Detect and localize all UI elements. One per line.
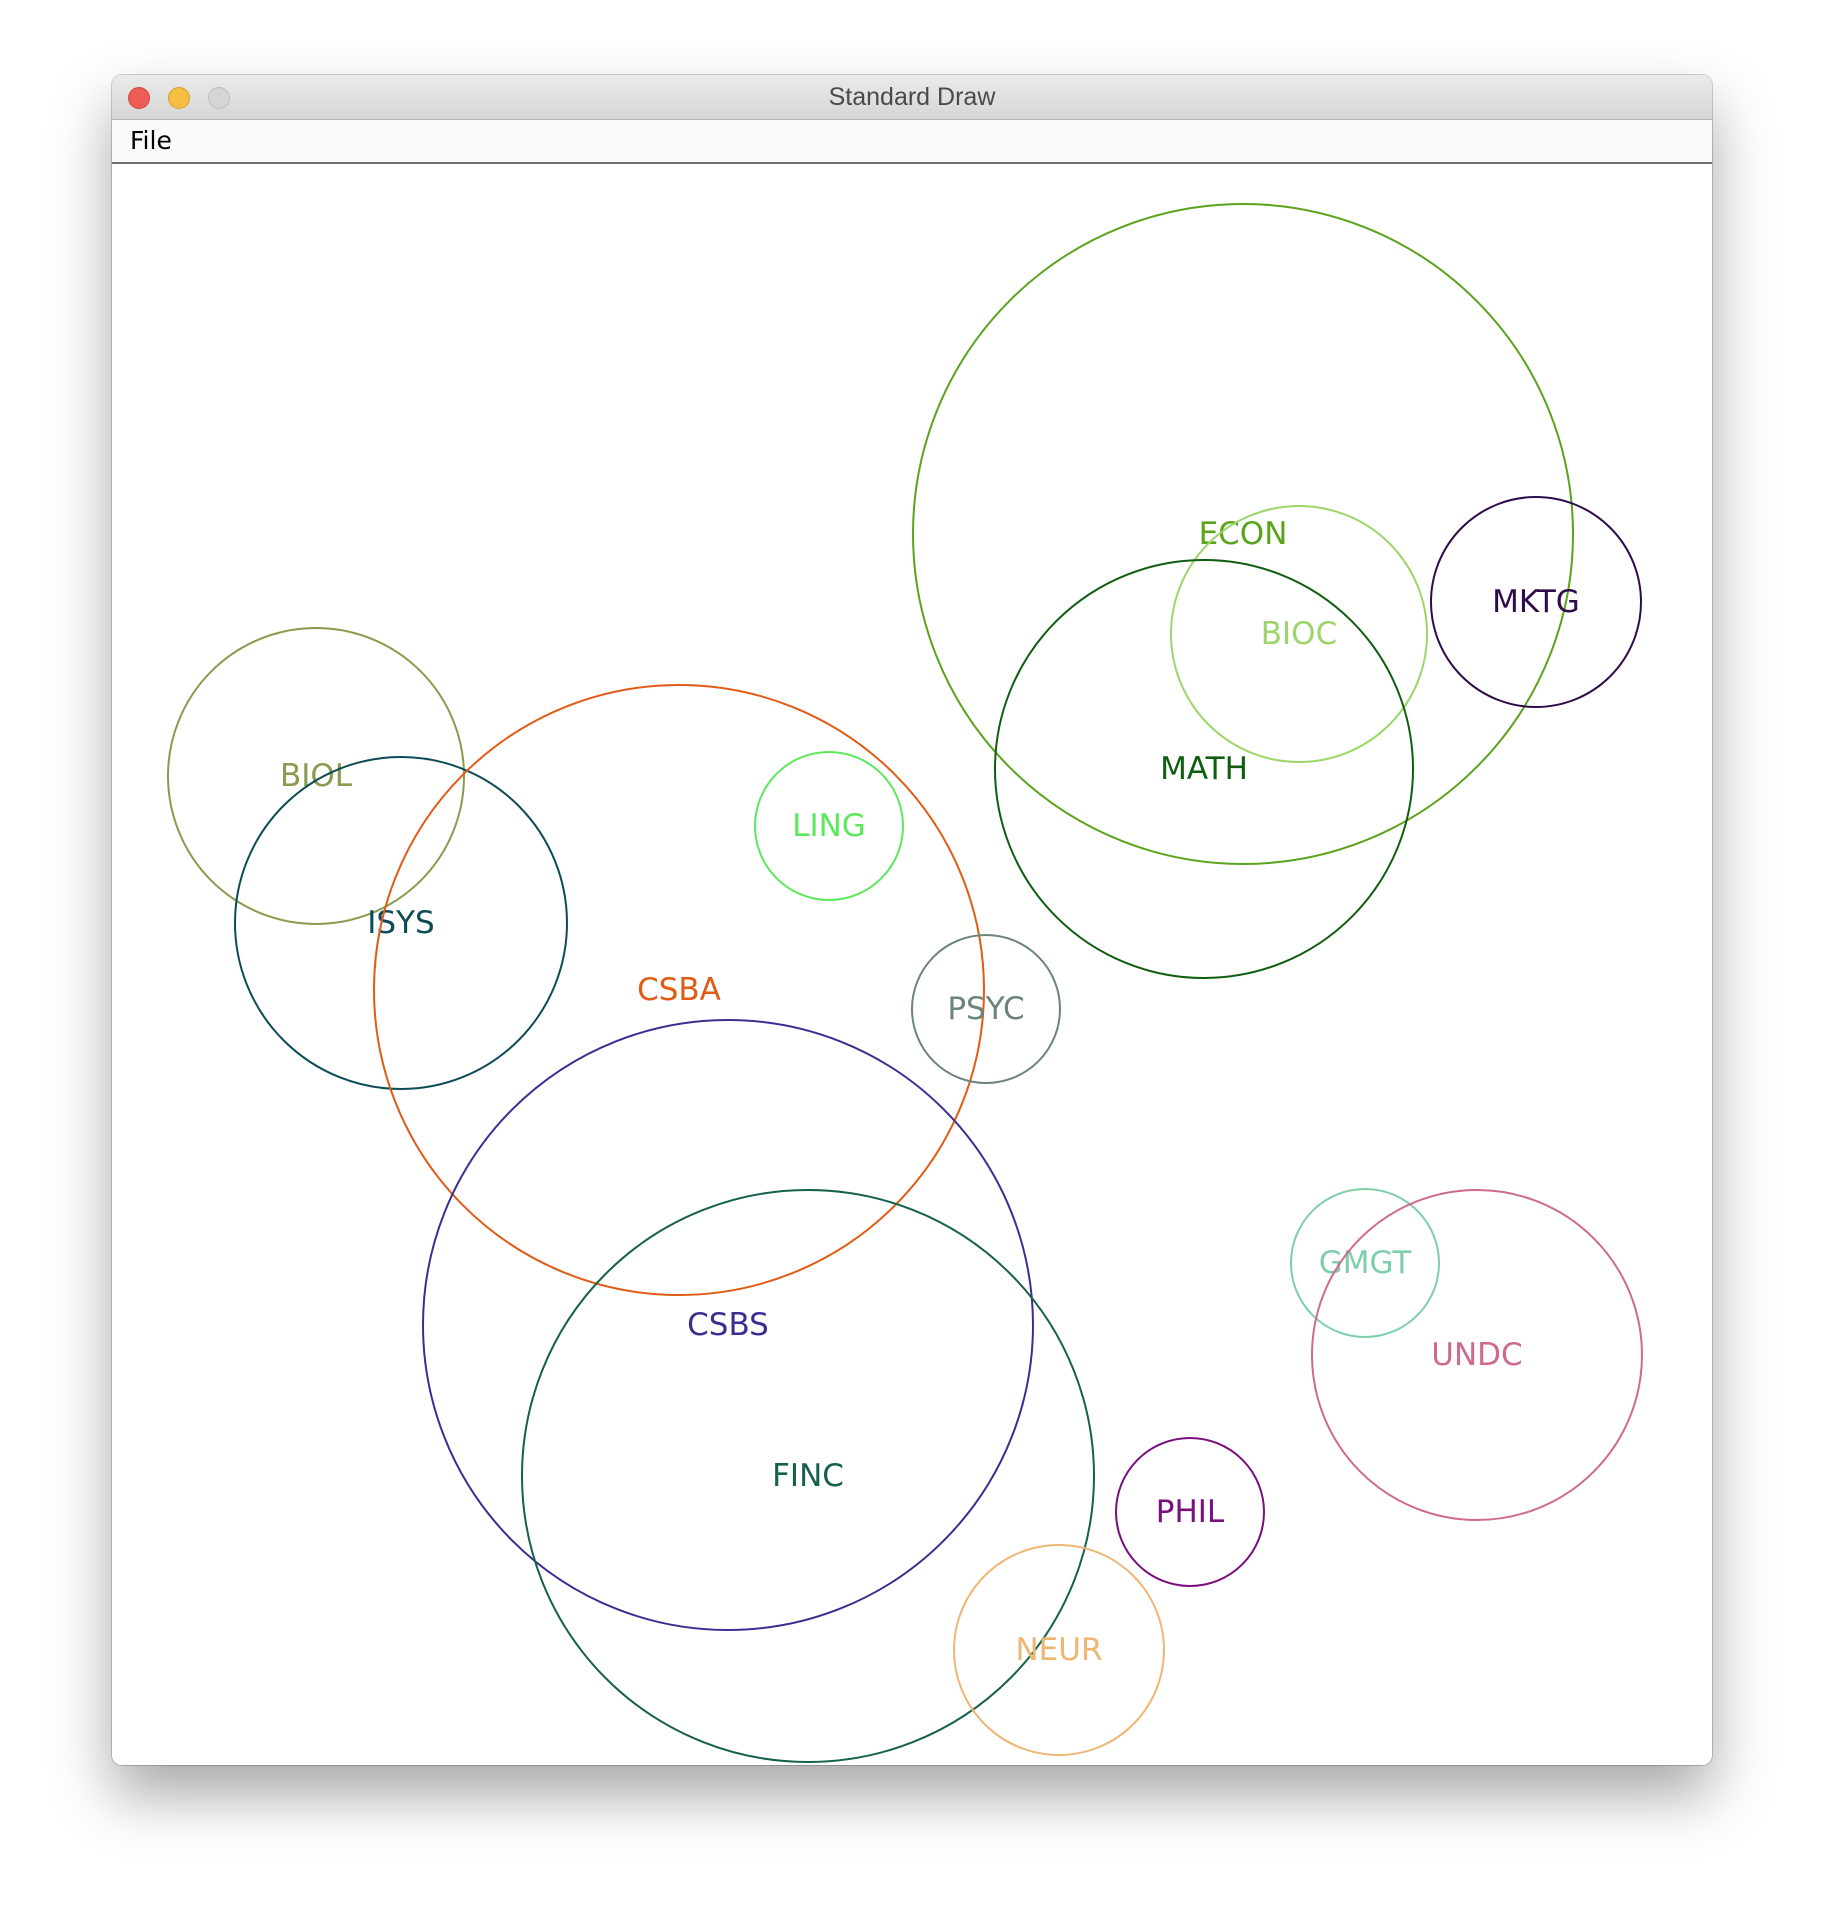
circle-label-mktg: MKTG xyxy=(1492,584,1580,620)
drawing-canvas: ECON BIOC MKTG MATH BIOL ISYS CSBA LING PSYC CSBS… xyxy=(112,164,1712,1765)
circle-label-econ: ECON xyxy=(1199,516,1288,552)
circle-label-csba: CSBA xyxy=(637,972,721,1008)
circle-label-biol: BIOL xyxy=(280,758,353,794)
menu-bar: File xyxy=(112,120,1712,164)
circle-label-finc: FINC xyxy=(772,1458,844,1494)
standard-draw-window: Standard Draw File ECON BIOC MKTG MATH BIOL I… xyxy=(112,75,1712,1765)
circle-label-ling: LING xyxy=(792,808,866,844)
window-title: Standard Draw xyxy=(828,83,996,111)
circle-label-phil: PHIL xyxy=(1156,1494,1225,1530)
circle-label-csbs: CSBS xyxy=(687,1307,769,1343)
circle-label-math: MATH xyxy=(1160,751,1248,787)
circle-drawing: ECON BIOC MKTG MATH BIOL ISYS CSBA LING PSYC CSBS… xyxy=(167,203,1643,1763)
circle-label-psyc: PSYC xyxy=(947,991,1024,1027)
circle-label-isys: ISYS xyxy=(367,905,434,941)
title-bar[interactable]: Standard Draw xyxy=(112,75,1712,120)
circle-label-undc: UNDC xyxy=(1431,1337,1522,1373)
circle-label-neur: NEUR xyxy=(1015,1632,1102,1668)
menu-file[interactable]: File xyxy=(130,120,172,162)
circle-label-bioc: BIOC xyxy=(1261,616,1337,652)
